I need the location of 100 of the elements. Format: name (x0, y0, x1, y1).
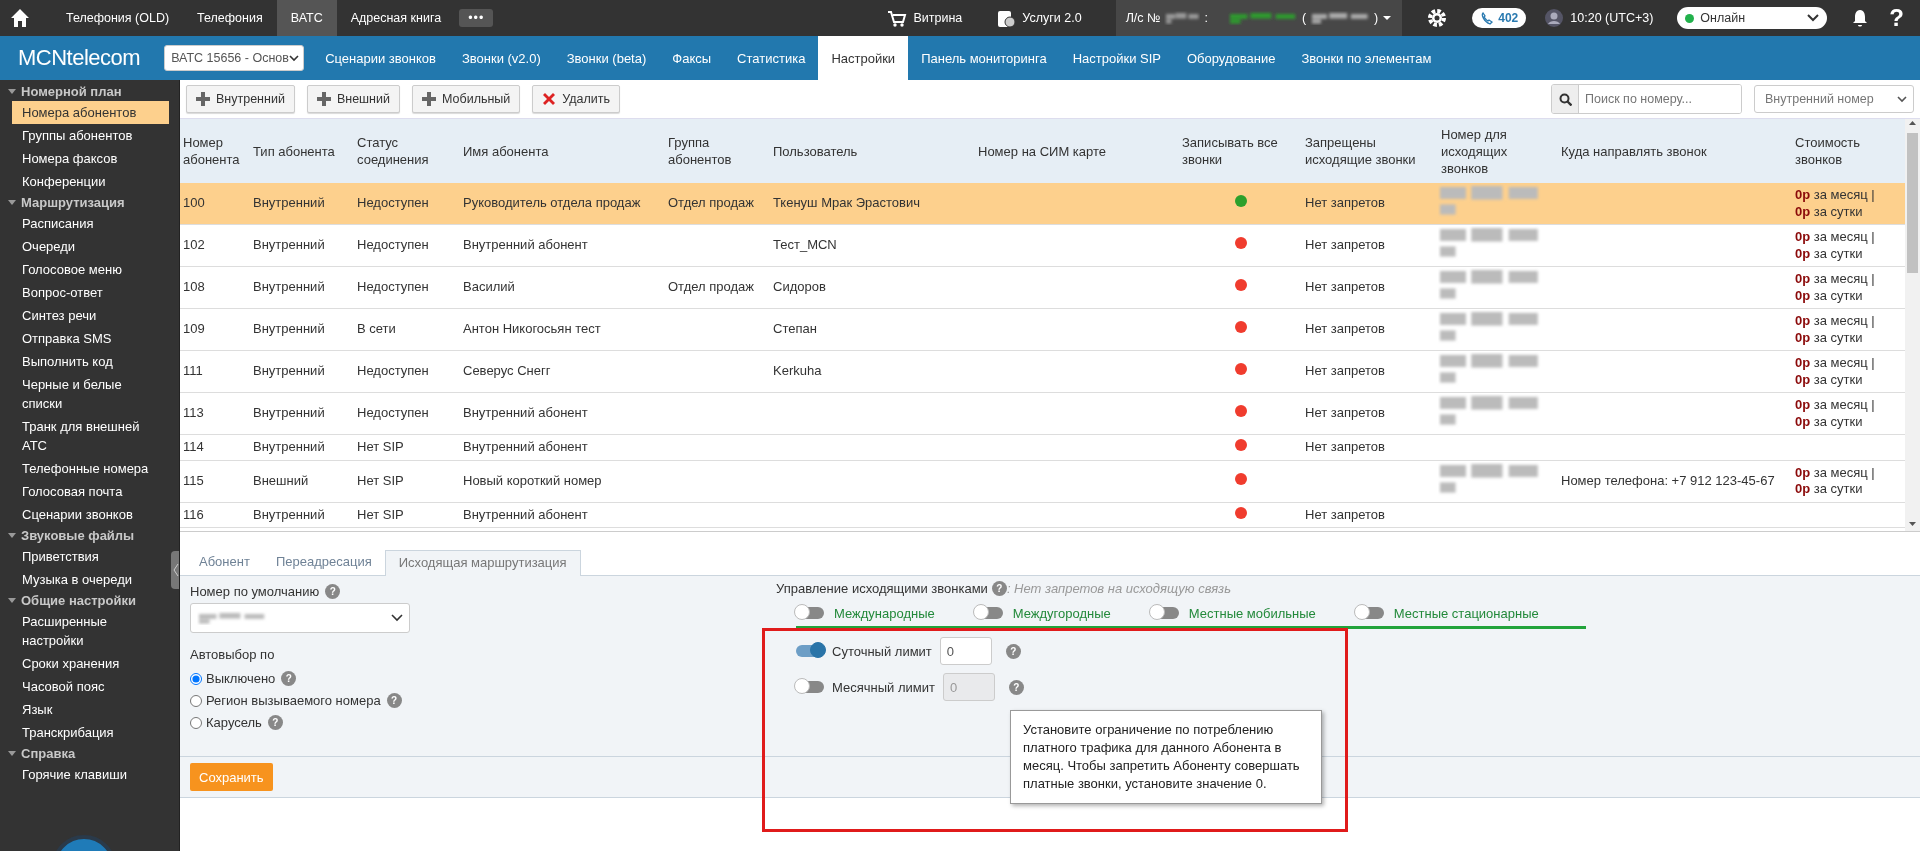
sidebar-item[interactable]: Сроки хранения (12, 652, 169, 675)
sidebar-item[interactable]: Горячие клавиши (12, 763, 169, 786)
sidebar-item[interactable]: Очереди (12, 235, 169, 258)
nav-tab[interactable]: Звонки (beta) (553, 36, 660, 80)
vpbx-select[interactable]: ВАТС 15656 - Основ (164, 45, 305, 71)
sidebar-item[interactable]: Вопрос-ответ (12, 281, 169, 304)
sidebar-item[interactable]: Номера абонентов (12, 101, 169, 124)
column-header[interactable]: Куда направлять звонок (1558, 119, 1792, 183)
column-header[interactable]: Группа абонентов (665, 119, 770, 183)
more-button[interactable]: ••• (459, 9, 494, 27)
sidebar-item[interactable]: Часовой пояс (12, 675, 169, 698)
nav-tab[interactable]: Оборудование (1173, 36, 1289, 80)
toggle-switch[interactable] (796, 607, 824, 619)
logo-text[interactable]: MCNtelecom (18, 45, 141, 71)
option-label[interactable]: Регион вызываемого номера (206, 693, 381, 708)
sidebar-item[interactable]: Номера факсов (12, 147, 169, 170)
nav-tab[interactable]: Факсы (659, 36, 725, 80)
group-header[interactable]: Номерной план (21, 84, 122, 99)
nav-tab[interactable]: Звонки по элементам (1288, 36, 1445, 80)
toolbar-button[interactable]: Мобильный (412, 85, 521, 113)
caret-icon[interactable] (8, 88, 16, 95)
panel-tab[interactable]: Исходящая маршрутизация (384, 550, 581, 576)
calls-badge[interactable]: 402 (1472, 8, 1527, 28)
bell-icon[interactable] (1851, 8, 1870, 28)
sidebar-item[interactable]: Выполнить код (12, 350, 169, 373)
category-label[interactable]: Междугородные (1012, 605, 1111, 621)
sidebar-item[interactable]: Синтез речи (12, 304, 169, 327)
top-menu-item[interactable]: Телефония (OLD) (52, 0, 184, 36)
status-select[interactable]: Онлайн (1677, 7, 1828, 29)
sidebar-item[interactable]: Черные и белые списки (12, 373, 169, 415)
table-row[interactable]: 114 Внутренний Нет SIP Внутренний абонент Нет запретов (180, 434, 1905, 460)
toggle-switch[interactable] (1355, 607, 1384, 619)
account-block[interactable]: Л/с № : ( ) (1115, 0, 1403, 36)
sidebar-item[interactable]: Приветствия (12, 545, 169, 568)
table-row[interactable]: 113 Внутренний Недоступен Внутренний абонент Нет запретов 0р за месяц | 0р за сутки (180, 392, 1905, 435)
nav-tab[interactable]: Настройки (818, 36, 909, 80)
group-header[interactable]: Звуковые файлы (21, 528, 135, 543)
radio-button[interactable] (190, 716, 202, 729)
toggle-switch[interactable] (974, 607, 1003, 619)
column-header[interactable]: Тип абонента (250, 119, 354, 183)
caret-icon[interactable] (8, 750, 16, 757)
nav-tab[interactable]: Звонки (v2.0) (448, 36, 554, 80)
option-label[interactable]: Выключено (206, 671, 276, 686)
help-icon[interactable]: ? (1005, 643, 1021, 659)
nav-tab[interactable]: Настройки SIP (1059, 36, 1174, 80)
nav-tab[interactable]: Панель мониторинга (908, 36, 1060, 80)
sidebar-item[interactable]: Музыка в очереди (12, 568, 169, 591)
top-menu-item[interactable]: Адресная книга (336, 0, 456, 36)
category-label[interactable]: Международные (834, 605, 935, 621)
toggle-switch[interactable] (1150, 607, 1179, 619)
column-header[interactable]: Статус соединения (354, 119, 460, 183)
top-menu-item[interactable]: ВАТС (276, 0, 337, 36)
toolbar-button[interactable]: Внутренний (186, 85, 295, 113)
avatar-icon[interactable] (1544, 8, 1565, 28)
nav-tab[interactable]: Статистика (724, 36, 819, 80)
sidebar-item[interactable]: Голосовое меню (12, 258, 169, 281)
table-row[interactable]: 115 Внешний Нет SIP Новый короткий номер Номер телефона: +7 912 123-45-67 0р за месяц | 0р за сутки (180, 460, 1905, 502)
down-arrow-icon[interactable] (1908, 520, 1917, 528)
help-icon[interactable]: ? (267, 715, 283, 730)
radio-button[interactable] (190, 672, 202, 685)
toggle-switch[interactable] (796, 645, 824, 657)
column-header[interactable]: Запрещены исходящие звонки (1302, 119, 1438, 183)
table-row[interactable]: 102 Внутренний Недоступен Внутренний абонент Тест_MCN Нет запретов 0р за месяц | 0р за сутки (180, 224, 1905, 267)
sidebar-item[interactable]: Расписания (12, 212, 169, 235)
limit-field[interactable]: 0 (939, 637, 992, 665)
caret-icon[interactable] (8, 532, 16, 539)
panel-tab[interactable]: Абонент (186, 550, 263, 575)
search-field[interactable]: Поиск по номеру... (1551, 84, 1742, 114)
caret-icon[interactable] (8, 199, 16, 206)
group-header[interactable]: Маршрутизация (21, 195, 125, 210)
category-label[interactable]: Местные стационарные (1393, 605, 1539, 621)
column-header[interactable]: Пользователь (770, 119, 975, 183)
column-header[interactable]: Номер для исходящих звонков (1438, 119, 1558, 183)
help-icon[interactable]: ? (386, 693, 402, 708)
group-header[interactable]: Общие настройки (21, 593, 136, 608)
search-icon[interactable] (1558, 92, 1572, 106)
table-row[interactable]: 111 Внутренний Недоступен Северус Снегг Kerkuha Нет запретов 0р за месяц | 0р за сутки (180, 350, 1905, 393)
column-header[interactable]: Записывать все звонки (1179, 119, 1302, 183)
table-row[interactable]: 116 Внутренний Нет SIP Внутренний абонент Нет запретов (180, 502, 1905, 528)
radio-button[interactable] (190, 694, 202, 707)
sidebar-item[interactable]: Транк для внешней АТС (12, 415, 169, 457)
help-button[interactable]: ? (1889, 4, 1904, 32)
nav-tab[interactable]: Сценарии звонков (312, 36, 449, 80)
caret-icon[interactable] (8, 597, 16, 604)
column-header[interactable]: Номер на СИМ карте (975, 119, 1179, 183)
column-header[interactable]: Стоимость звонков (1792, 119, 1905, 183)
sidebar-item[interactable]: Голосовая почта (12, 480, 169, 503)
top-link[interactable]: Услуги 2.0 (1022, 11, 1082, 25)
help-icon[interactable]: ? (991, 581, 1007, 596)
category-label[interactable]: Местные мобильные (1188, 605, 1316, 621)
toolbar-button[interactable]: Удалить (532, 85, 621, 113)
toolbar-button[interactable]: Внешний (306, 85, 400, 113)
table-row[interactable]: 109 Внутренний В сети Антон Никогосьян тест Степан Нет запретов 0р за месяц | 0р за сутки (180, 308, 1905, 351)
option-label[interactable]: Карусель (206, 715, 262, 730)
sidebar-item[interactable]: Язык (12, 698, 169, 721)
sidebar-item[interactable]: Сценарии звонков (12, 503, 169, 526)
settings-icon[interactable] (1426, 7, 1449, 29)
up-arrow-icon[interactable] (1908, 119, 1917, 127)
panel-tab[interactable]: Переадресация (262, 550, 385, 575)
group-header[interactable]: Справка (21, 746, 76, 761)
